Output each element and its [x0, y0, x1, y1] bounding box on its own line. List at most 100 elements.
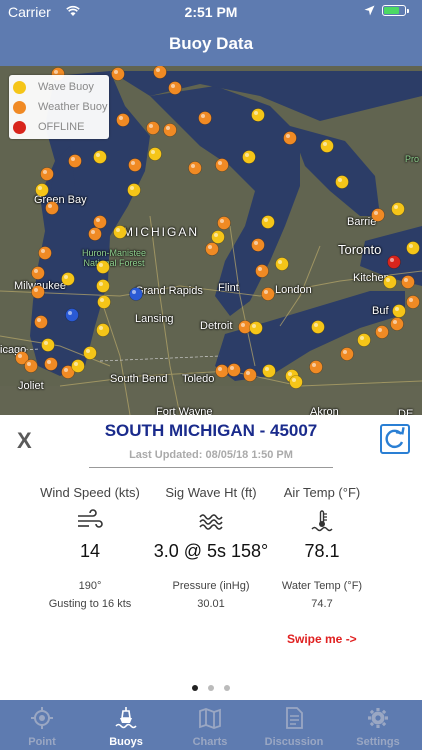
buoy-marker[interactable] — [375, 325, 389, 339]
buoy-marker-highlight — [44, 341, 48, 345]
buoy-marker-highlight — [38, 186, 42, 190]
swipe-hint[interactable]: Swipe me -> — [287, 632, 357, 646]
buoy-marker[interactable] — [24, 359, 38, 373]
buoy-marker[interactable] — [44, 357, 58, 371]
buoy-marker[interactable] — [111, 67, 125, 81]
buoy-marker[interactable] — [41, 338, 55, 352]
buoy-marker[interactable] — [406, 241, 420, 255]
buoy-marker[interactable] — [205, 242, 219, 256]
tab-charts[interactable]: Charts — [168, 700, 252, 750]
legend-label: Wave Buoy — [38, 81, 94, 93]
buoy-marker[interactable] — [96, 279, 110, 293]
tab-discussion[interactable]: Discussion — [252, 700, 336, 750]
buoy-marker[interactable] — [61, 272, 75, 286]
buoy-marker[interactable] — [243, 368, 257, 382]
buoy-marker[interactable] — [357, 333, 371, 347]
tab-settings[interactable]: Settings — [336, 700, 420, 750]
offline-buoy-dot-icon — [13, 121, 26, 134]
wind-icon — [78, 509, 103, 528]
buoy-marker[interactable] — [45, 201, 59, 215]
buoy-marker[interactable] — [251, 108, 265, 122]
buoy-marker[interactable] — [251, 238, 265, 252]
buoy-marker[interactable] — [390, 317, 404, 331]
buoy-marker[interactable] — [31, 266, 45, 280]
page-dot[interactable] — [208, 685, 214, 691]
buoy-marker[interactable] — [71, 359, 85, 373]
buoy-marker[interactable] — [406, 295, 420, 309]
buoy-marker-highlight — [404, 278, 408, 282]
buoy-marker[interactable] — [83, 346, 97, 360]
buoy-marker[interactable] — [65, 308, 79, 322]
buoy-marker[interactable] — [93, 215, 107, 229]
buoy-marker[interactable] — [113, 225, 127, 239]
buoy-marker[interactable] — [335, 175, 349, 189]
buoy-marker[interactable] — [261, 287, 275, 301]
buoy-marker[interactable] — [128, 158, 142, 172]
tab-label: Point — [28, 736, 56, 748]
buoy-marker[interactable] — [129, 287, 143, 301]
buoy-marker[interactable] — [211, 230, 225, 244]
buoy-marker[interactable] — [387, 255, 401, 269]
weather-buoy-dot-icon — [13, 101, 26, 114]
buoy-marker[interactable] — [311, 320, 325, 334]
buoy-marker[interactable] — [340, 347, 354, 361]
buoy-marker[interactable] — [68, 154, 82, 168]
buoy-marker[interactable] — [38, 246, 52, 260]
buoy-marker[interactable] — [391, 202, 405, 216]
buoy-marker[interactable] — [96, 260, 110, 274]
buoy-marker[interactable] — [217, 216, 231, 230]
buoy-marker[interactable] — [275, 257, 289, 271]
buoy-marker[interactable] — [97, 295, 111, 309]
buoy-marker[interactable] — [153, 66, 167, 79]
tab-point[interactable]: Point — [0, 700, 84, 750]
buoy-marker[interactable] — [34, 315, 48, 329]
legend-item: Wave Buoy — [13, 78, 109, 98]
page-dot-active[interactable] — [192, 685, 198, 691]
buoy-marker[interactable] — [188, 161, 202, 175]
page-dot[interactable] — [224, 685, 230, 691]
buoy-marker[interactable] — [40, 167, 54, 181]
buoy-marker[interactable] — [35, 183, 49, 197]
buoy-marker[interactable] — [401, 275, 415, 289]
buoy-marker[interactable] — [127, 183, 141, 197]
buoy-marker[interactable] — [31, 285, 45, 299]
buoy-marker-highlight — [265, 367, 269, 371]
buoy-marker[interactable] — [289, 375, 303, 389]
water-temp-label: Water Temp (°F) — [281, 580, 363, 592]
buoy-marker[interactable] — [163, 123, 177, 137]
buoy-marker[interactable] — [227, 363, 241, 377]
buoy-marker-highlight — [130, 186, 134, 190]
tab-buoys[interactable]: Buoys — [84, 700, 168, 750]
buoy-marker-highlight — [86, 349, 90, 353]
buoy-marker[interactable] — [261, 215, 275, 229]
buoy-marker-highlight — [91, 230, 95, 234]
buoy-marker[interactable] — [88, 227, 102, 241]
buoy-marker[interactable] — [148, 147, 162, 161]
buoy-marker[interactable] — [371, 208, 385, 222]
refresh-button[interactable] — [380, 424, 410, 454]
buoy-marker-highlight — [43, 170, 47, 174]
buoy-marker[interactable] — [198, 111, 212, 125]
buoy-marker[interactable] — [249, 321, 263, 335]
buoy-marker[interactable] — [215, 364, 229, 378]
buoy-marker[interactable] — [255, 264, 269, 278]
buoy-marker[interactable] — [146, 121, 160, 135]
buoy-marker[interactable] — [116, 113, 130, 127]
page-indicator[interactable] — [0, 678, 422, 696]
buoy-marker[interactable] — [96, 323, 110, 337]
buoy-marker[interactable] — [262, 364, 276, 378]
buoy-marker[interactable] — [215, 158, 229, 172]
buoy-marker[interactable] — [168, 81, 182, 95]
tab-label: Charts — [192, 736, 228, 748]
buoy-marker-highlight — [201, 114, 205, 118]
buoy-marker[interactable] — [283, 131, 297, 145]
buoy-marker[interactable] — [392, 304, 406, 318]
legend-item: Weather Buoy — [13, 98, 109, 118]
buoy-marker[interactable] — [242, 150, 256, 164]
buoy-marker[interactable] — [383, 275, 397, 289]
legend-item: OFFLINE — [13, 118, 109, 138]
buoy-marker[interactable] — [309, 360, 323, 374]
last-updated: Last Updated: 08/05/18 1:50 PM — [129, 449, 293, 461]
buoy-marker[interactable] — [320, 139, 334, 153]
buoy-marker[interactable] — [93, 150, 107, 164]
